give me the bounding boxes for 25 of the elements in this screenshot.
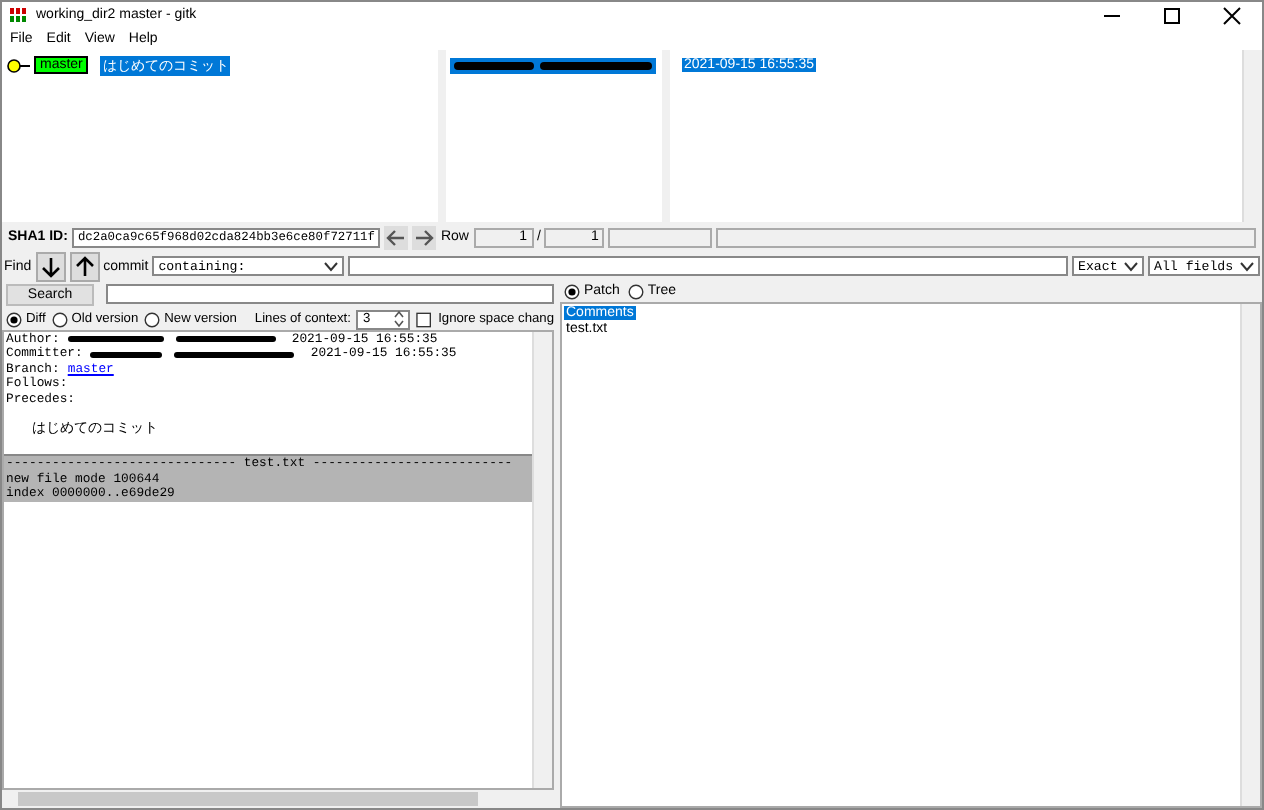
search-field[interactable] — [106, 284, 554, 304]
radio-button[interactable] — [144, 311, 161, 327]
radio-button[interactable] — [627, 283, 644, 299]
progress-field — [608, 227, 713, 247]
find-field[interactable] — [348, 256, 1068, 276]
radio-button[interactable] — [6, 311, 22, 327]
close-icon[interactable] — [1222, 5, 1242, 25]
maximize-icon[interactable] — [1162, 5, 1182, 25]
radio-button[interactable] — [564, 283, 580, 299]
caret-icon — [1124, 261, 1138, 271]
author-highlight[interactable] — [450, 57, 656, 73]
caret-icon — [1240, 261, 1254, 271]
scrollbar[interactable] — [532, 332, 552, 788]
scrollbar[interactable] — [1240, 304, 1260, 806]
caret-icon — [324, 261, 339, 271]
up-arrow-icon[interactable] — [69, 251, 100, 281]
back-arrow-icon[interactable] — [384, 225, 409, 249]
radio-button[interactable] — [51, 311, 68, 327]
checkbox[interactable] — [416, 311, 433, 327]
app-icon — [10, 8, 28, 22]
down-arrow-icon[interactable] — [35, 251, 66, 281]
forward-arrow-icon[interactable] — [412, 225, 437, 249]
scrollbar[interactable] — [1242, 50, 1262, 222]
spin-arrows-icon[interactable] — [394, 310, 405, 328]
commit-node-icon — [6, 57, 30, 73]
